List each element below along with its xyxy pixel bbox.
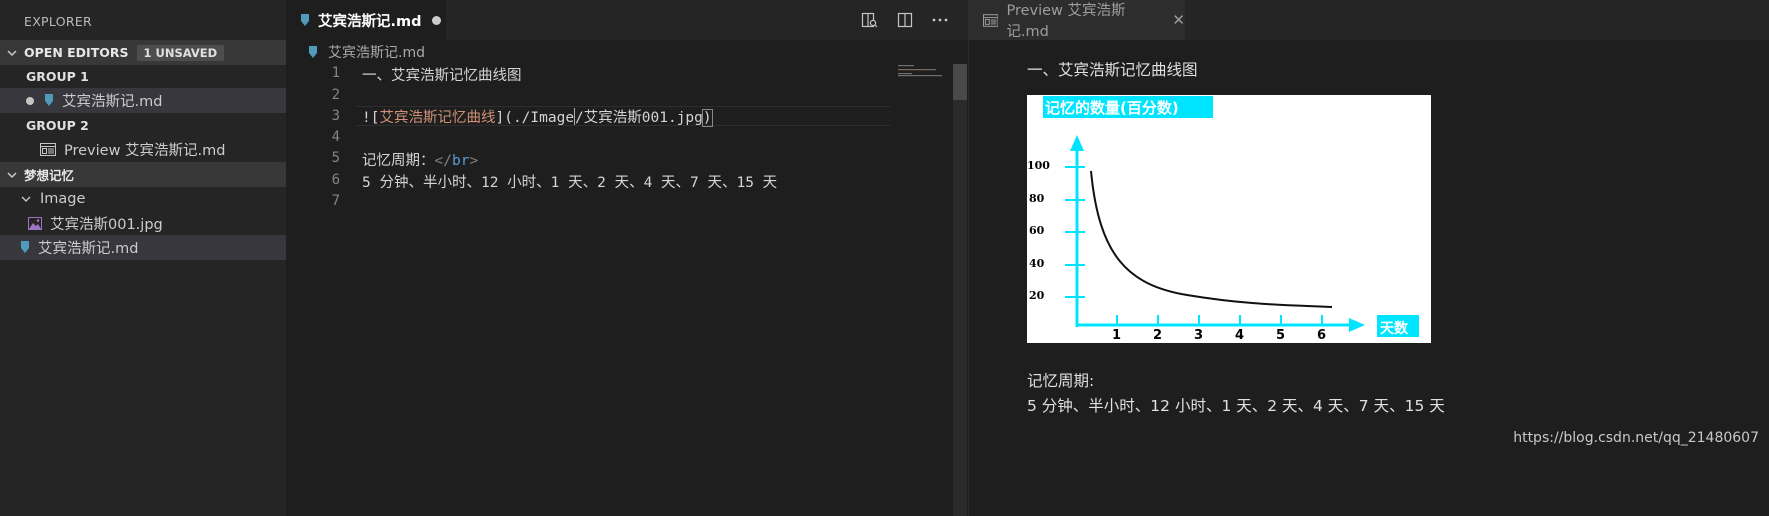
curve-y-tick: 40 [1029, 257, 1045, 270]
tab-preview-label: Preview 艾宾浩斯记.md [1006, 3, 1126, 40]
ebbinghaus-curve-image: 记忆的数量(百分数) 天数 100 80 60 40 20 1 2 3 4 5 … [1027, 95, 1431, 343]
chevron-down-icon [7, 171, 17, 178]
line-number: 7 [331, 193, 340, 209]
group-2-label[interactable]: GROUP 2 [0, 113, 286, 138]
group-2-text: GROUP 2 [26, 118, 89, 133]
unsaved-dot-icon [26, 96, 34, 105]
preview-period-text: 5 分钟、半小时、12 小时、1 天、2 天、4 天、7 天、15 天 [1027, 397, 1445, 415]
open-editor-preview-label: Preview 艾宾浩斯记.md [64, 143, 226, 159]
line-number: 6 [331, 172, 340, 188]
file-md-label: 艾宾浩斯记.md [38, 241, 139, 257]
line-number: 5 [331, 150, 340, 166]
markdown-file-icon [45, 94, 53, 106]
editor-scrollbar[interactable] [953, 64, 967, 516]
curve-y-tick: 60 [1029, 224, 1045, 237]
curve-x-tick: 3 [1194, 328, 1204, 343]
folder-image-label: Image [40, 190, 86, 207]
md-period-text: 记忆周期： [362, 153, 435, 169]
line-number: 1 [331, 65, 340, 81]
md-image-path-b: /艾宾浩斯001.jpg [575, 110, 703, 126]
curve-y-tick: 80 [1029, 192, 1045, 205]
markdown-file-icon [309, 45, 317, 58]
workspace-label: 梦想记忆 [24, 168, 75, 183]
explorer-sidebar: EXPLORER OPEN EDITORS 1 UNSAVED GROUP 1 … [0, 0, 286, 516]
curve-y-tick: 20 [1029, 289, 1045, 302]
curve-x-tick: 6 [1317, 328, 1327, 343]
group-1-text: GROUP 1 [26, 69, 89, 84]
preview-tab-bar: Preview 艾宾浩斯记.md ✕ [969, 0, 1769, 40]
file-image-jpg[interactable]: 艾宾浩斯001.jpg [0, 211, 286, 236]
line-number: 2 [331, 87, 340, 103]
markdown-file-icon [301, 13, 309, 26]
file-md[interactable]: 艾宾浩斯记.md [0, 235, 286, 260]
preview-period-label: 记忆周期: [1027, 372, 1095, 390]
preview-heading: 一、艾宾浩斯记忆曲线图 [1027, 61, 1198, 79]
curve-x-title: 天数 [1380, 321, 1408, 337]
curve-x-tick: 2 [1153, 328, 1163, 343]
line-number: 4 [331, 129, 340, 145]
breadcrumb-file[interactable]: 艾宾浩斯记.md [328, 42, 425, 62]
editor-group-1: 艾宾浩斯记.md 艾宾浩斯记.md 1 2 3 4 5 6 7 一、艾宾浩斯记忆… [286, 0, 968, 516]
markdown-file-icon [21, 241, 29, 253]
open-preview-side-icon[interactable] [860, 11, 878, 29]
image-file-icon [28, 217, 42, 230]
folder-image[interactable]: Image [0, 186, 286, 211]
open-editor-item-md[interactable]: 艾宾浩斯记.md [0, 88, 286, 113]
html-tag-open: </ [434, 153, 452, 169]
code-line-6[interactable]: 5 分钟、半小时、12 小时、1 天、2 天、4 天、7 天、15 天 [362, 171, 777, 192]
workspace-header[interactable]: 梦想记忆 [0, 162, 286, 187]
curve-image-graphic [1043, 96, 1419, 337]
open-editors-header[interactable]: OPEN EDITORS 1 UNSAVED [0, 40, 286, 65]
watermark-text: https://blog.csdn.net/qq_21480607 [1513, 430, 1759, 446]
scrollbar-thumb[interactable] [953, 64, 967, 100]
html-tag-close: > [469, 153, 479, 169]
explorer-title: EXPLORER [24, 14, 93, 29]
editor-tab-bar: 艾宾浩斯记.md [286, 0, 968, 40]
md-image-mid: ]( [495, 110, 513, 126]
unsaved-dot-icon[interactable] [431, 15, 441, 25]
split-editor-icon[interactable] [896, 11, 914, 29]
open-editor-item-preview[interactable]: Preview 艾宾浩斯记.md [0, 137, 286, 162]
chevron-down-icon [21, 196, 31, 202]
minimap[interactable] [896, 64, 950, 104]
html-tag-name: br [451, 153, 470, 169]
tab-preview[interactable]: Preview 艾宾浩斯记.md ✕ [969, 0, 1185, 40]
tab-md-file[interactable]: 艾宾浩斯记.md [286, 0, 446, 40]
chevron-down-icon [7, 49, 17, 56]
group-1-label[interactable]: GROUP 1 [0, 64, 286, 89]
curve-x-tick: 1 [1112, 328, 1122, 343]
close-icon[interactable]: ✕ [1172, 11, 1185, 29]
curve-y-tick: 100 [1027, 159, 1050, 172]
code-line-1[interactable]: 一、艾宾浩斯记忆曲线图 [362, 64, 522, 85]
code-line-5[interactable]: 记忆周期：</br> [362, 149, 478, 170]
curve-x-tick: 5 [1276, 328, 1286, 343]
tab-md-label: 艾宾浩斯记.md [318, 13, 422, 30]
curve-x-tick: 4 [1235, 328, 1245, 343]
preview-icon [40, 143, 56, 156]
preview-pane: Preview 艾宾浩斯记.md ✕ 一、艾宾浩斯记忆曲线图 记忆的数量(百分数… [968, 0, 1769, 516]
code-line-3[interactable]: ![艾宾浩斯记忆曲线](./Image/艾宾浩斯001.jpg) [362, 106, 713, 127]
breadcrumb[interactable]: 艾宾浩斯记.md [286, 40, 425, 64]
curve-y-title: 记忆的数量(百分数) [1045, 99, 1179, 117]
md-image-path-a: ./Image [512, 110, 575, 126]
open-editors-label: OPEN EDITORS [24, 45, 129, 60]
md-image-end: ) [701, 109, 713, 127]
open-editor-md-label: 艾宾浩斯记.md [62, 94, 163, 110]
line-number: 3 [331, 108, 340, 124]
md-image-prefix: ![ [362, 110, 380, 126]
more-actions-icon[interactable] [931, 11, 949, 29]
preview-icon [983, 13, 999, 27]
md-image-alt: 艾宾浩斯记忆曲线 [379, 110, 496, 126]
file-image-label: 艾宾浩斯001.jpg [50, 217, 163, 233]
unsaved-badge: 1 UNSAVED [136, 44, 225, 61]
